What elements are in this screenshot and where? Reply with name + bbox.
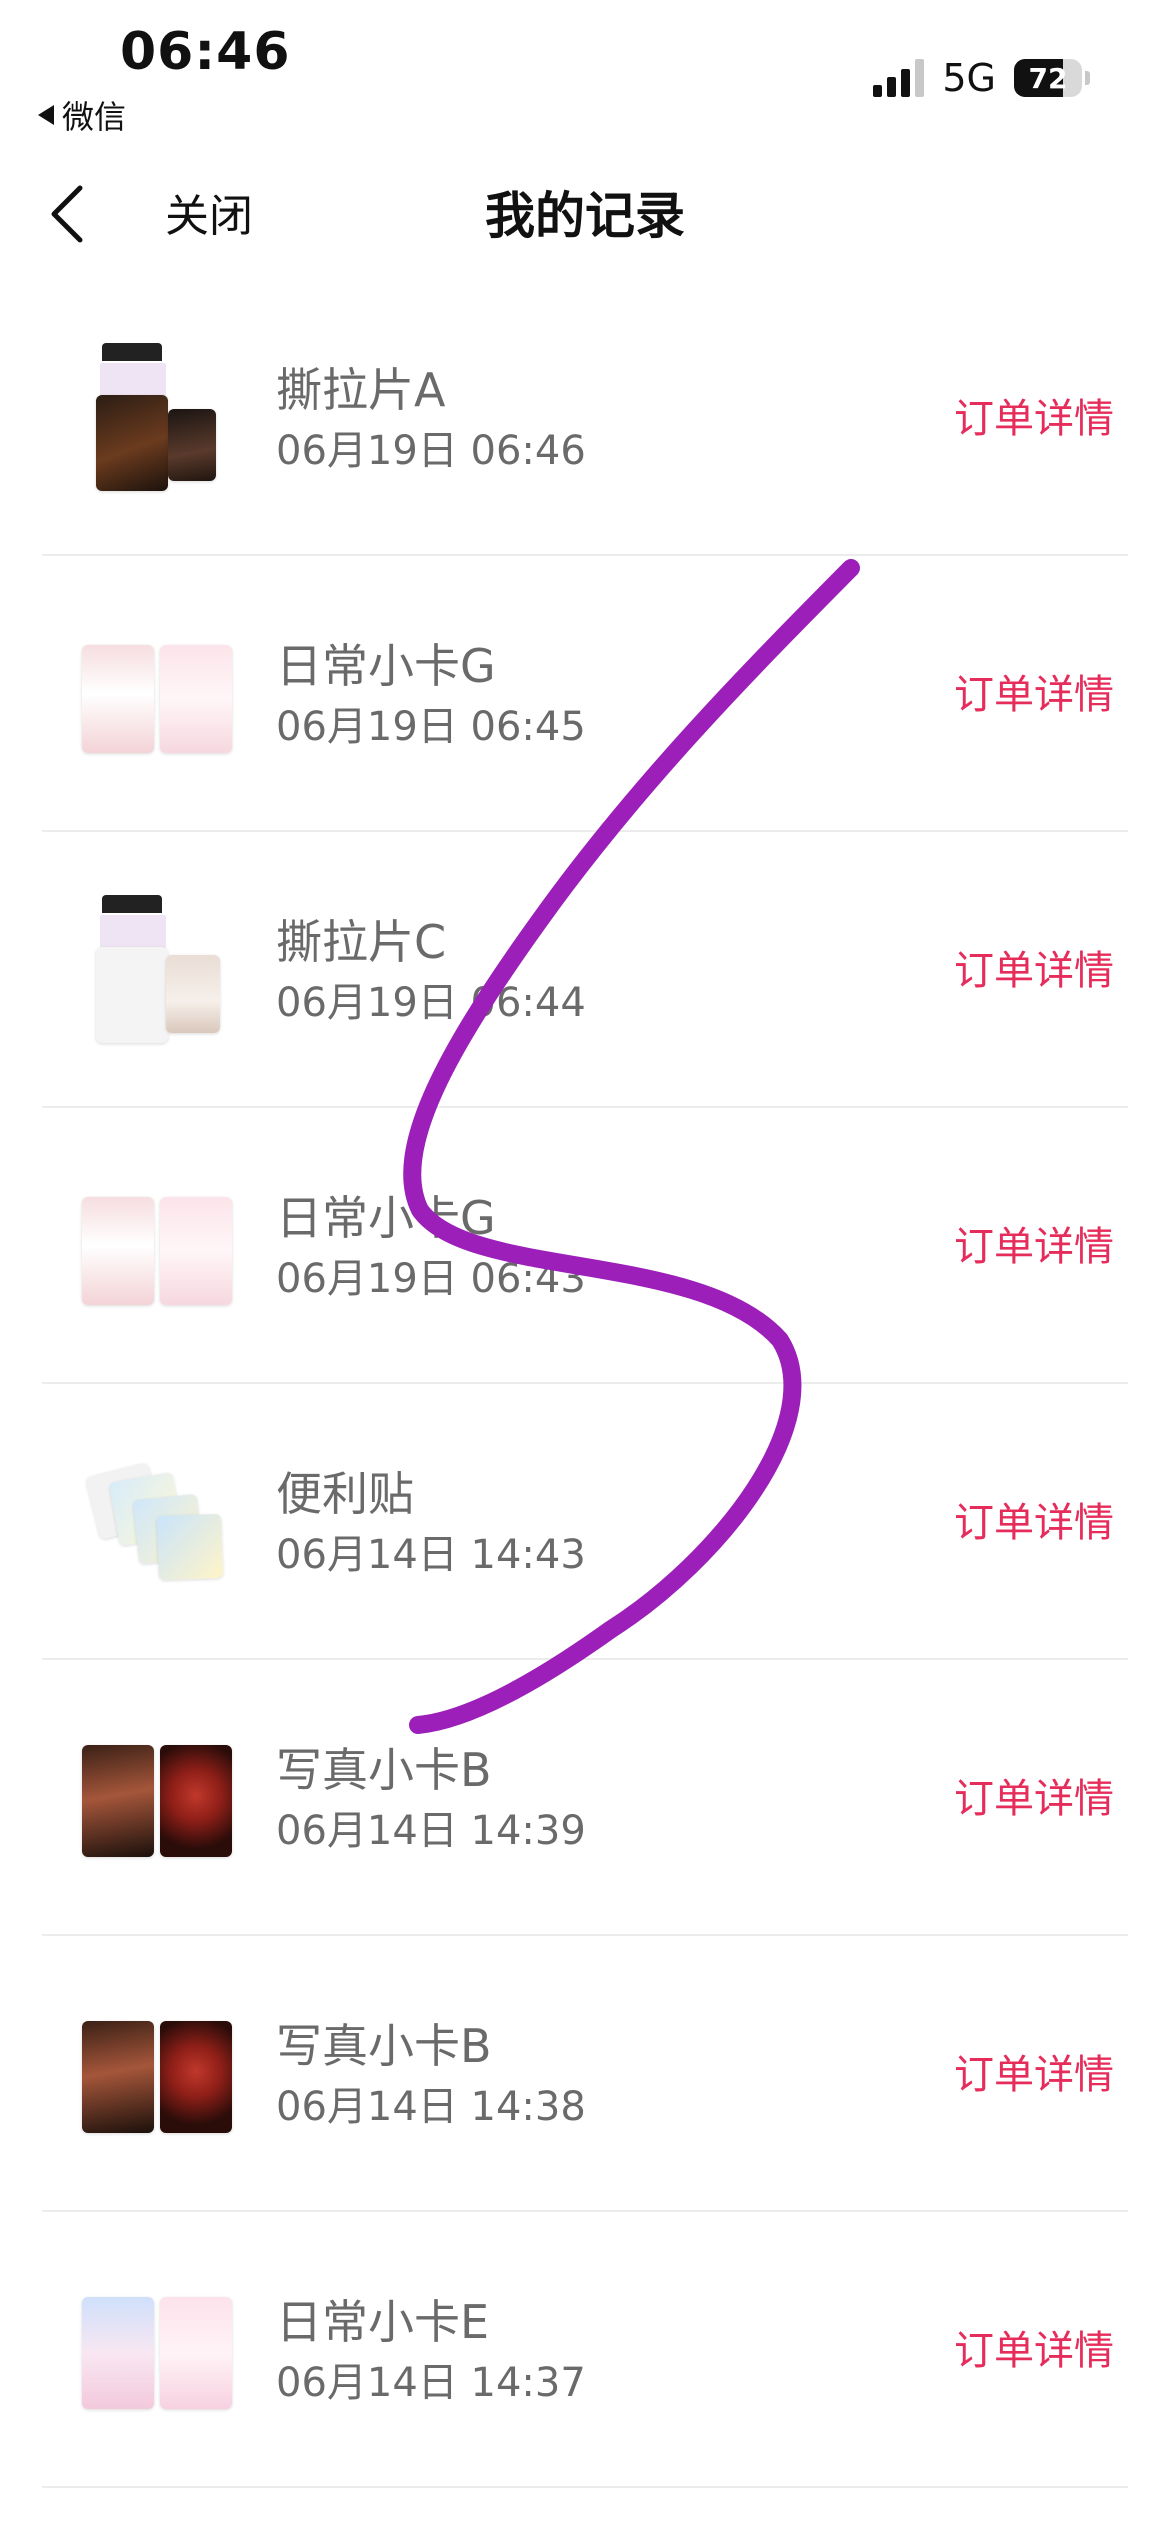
record-row[interactable]: 写真小卡B 06月14日 14:39 订单详情 xyxy=(0,1660,1170,1936)
order-details-link[interactable]: 订单详情 xyxy=(954,938,1114,996)
product-thumbnail xyxy=(78,1171,233,1321)
record-row[interactable]: 日常小卡G 06月19日 06:43 订单详情 xyxy=(0,1108,1170,1384)
record-row[interactable]: 便利贴 06月14日 14:43 订单详情 xyxy=(0,1384,1170,1660)
status-indicators: 5G 72 xyxy=(873,56,1090,100)
record-list: 撕拉片A 06月19日 06:46 订单详情 日常小卡G 06月19日 06:4… xyxy=(0,280,1170,2488)
record-title: 日常小卡G xyxy=(276,1191,496,1245)
record-time: 06月14日 14:39 xyxy=(276,1808,586,1854)
battery-percent: 72 xyxy=(1028,61,1068,95)
record-row[interactable]: 写真小卡B 06月14日 14:38 订单详情 xyxy=(0,1936,1170,2212)
record-row[interactable]: 撕拉片A 06月19日 06:46 订单详情 xyxy=(0,280,1170,556)
status-bar: 06:46 微信 5G 72 xyxy=(0,0,1170,140)
navigation-bar: 关闭 我的记录 xyxy=(0,150,1170,270)
product-thumbnail xyxy=(78,895,233,1045)
product-thumbnail xyxy=(78,1723,233,1873)
record-title: 便利贴 xyxy=(276,1467,414,1521)
order-details-link[interactable]: 订单详情 xyxy=(954,2318,1114,2376)
record-time: 06月19日 06:43 xyxy=(276,1256,586,1302)
record-title: 日常小卡G xyxy=(276,639,496,693)
back-triangle-icon xyxy=(38,105,54,125)
order-details-link[interactable]: 订单详情 xyxy=(954,386,1114,444)
product-thumbnail xyxy=(78,1999,233,2149)
record-row[interactable]: 撕拉片C 06月19日 06:44 订单详情 xyxy=(0,832,1170,1108)
record-time: 06月14日 14:43 xyxy=(276,1532,586,1578)
status-time: 06:46 xyxy=(120,22,291,82)
record-time: 06月19日 06:45 xyxy=(276,704,586,750)
battery-icon: 72 xyxy=(1014,59,1090,97)
product-thumbnail xyxy=(78,2275,233,2425)
record-title: 撕拉片A xyxy=(276,363,446,417)
record-time: 06月19日 06:46 xyxy=(276,428,586,474)
back-to-wechat-button[interactable]: 微信 xyxy=(38,92,126,138)
back-chevron-icon[interactable] xyxy=(48,184,88,244)
product-thumbnail xyxy=(78,619,233,769)
back-to-app-label: 微信 xyxy=(62,98,127,136)
order-details-link[interactable]: 订单详情 xyxy=(954,1766,1114,1824)
order-details-link[interactable]: 订单详情 xyxy=(954,1214,1114,1272)
record-title: 日常小卡E xyxy=(276,2295,490,2349)
page-title: 我的记录 xyxy=(485,187,685,245)
close-button[interactable]: 关闭 xyxy=(165,180,253,244)
record-title: 撕拉片C xyxy=(276,915,447,969)
record-row[interactable]: 日常小卡E 06月14日 14:37 订单详情 xyxy=(0,2212,1170,2488)
product-thumbnail xyxy=(78,343,233,493)
network-type: 5G xyxy=(942,56,996,100)
product-thumbnail xyxy=(78,1447,233,1597)
record-row[interactable]: 日常小卡G 06月19日 06:45 订单详情 xyxy=(0,556,1170,832)
cellular-signal-icon xyxy=(873,59,925,97)
record-title: 写真小卡B xyxy=(276,2019,492,2073)
record-time: 06月19日 06:44 xyxy=(276,980,586,1026)
record-time: 06月14日 14:37 xyxy=(276,2360,586,2406)
record-title: 写真小卡B xyxy=(276,1743,492,1797)
order-details-link[interactable]: 订单详情 xyxy=(954,1490,1114,1548)
record-time: 06月14日 14:38 xyxy=(276,2084,586,2130)
order-details-link[interactable]: 订单详情 xyxy=(954,2042,1114,2100)
divider xyxy=(42,2486,1128,2488)
order-details-link[interactable]: 订单详情 xyxy=(954,662,1114,720)
